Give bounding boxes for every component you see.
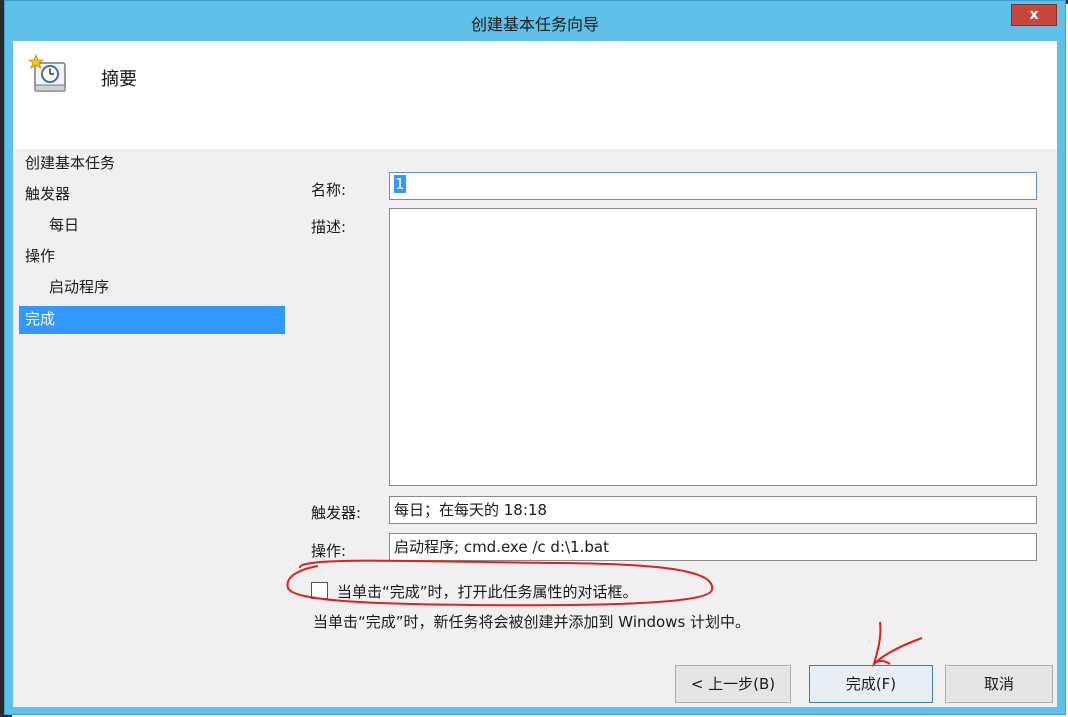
name-input[interactable]: 1 [389,172,1037,200]
cancel-button[interactable]: 取消 [945,665,1053,703]
step-daily[interactable]: 每日 [19,213,285,244]
task-clock-icon [27,53,66,92]
trigger-label: 触发器: [311,504,362,522]
step-finish[interactable]: 完成 [19,306,285,334]
step-trigger[interactable]: 触发器 [19,182,285,213]
step-start-program[interactable]: 启动程序 [19,275,285,306]
close-button[interactable]: x [1011,4,1057,26]
step-action[interactable]: 操作 [19,244,285,275]
trigger-field: 每日；在每天的 18:18 [389,496,1037,524]
page-title: 摘要 [101,69,137,90]
description-label: 描述: [311,218,347,236]
name-value: 1 [394,175,406,193]
action-field: 启动程序; cmd.exe /c d:\1.bat [389,533,1037,561]
window-title: 创建基本任务向导 [470,15,599,34]
open-properties-label[interactable]: 当单击“完成”时，打开此任务属性的对话框。 [337,581,638,602]
name-label: 名称: [311,181,347,199]
step-create-basic-task[interactable]: 创建基本任务 [19,151,285,182]
description-textarea[interactable] [389,208,1037,486]
wizard-window: 创建基本任务向导 x 摘要 创建基本任务 触发器 每日 操作 启动程序 完成 名… [4,0,1066,715]
wizard-client: 摘要 创建基本任务 触发器 每日 操作 启动程序 完成 名称: 1 描述: 触发… [13,41,1057,707]
wizard-header: 摘要 [13,41,1057,149]
finish-button[interactable]: 完成(F) [809,665,933,703]
finish-note: 当单击“完成”时，新任务将会被创建并添加到 Windows 计划中。 [313,613,751,631]
step-list: 创建基本任务 触发器 每日 操作 启动程序 完成 [19,151,285,334]
title-bar[interactable]: 创建基本任务向导 x [5,1,1065,41]
action-label: 操作: [311,542,347,560]
back-button[interactable]: < 上一步(B) [675,665,791,703]
open-properties-checkbox[interactable] [311,582,328,599]
